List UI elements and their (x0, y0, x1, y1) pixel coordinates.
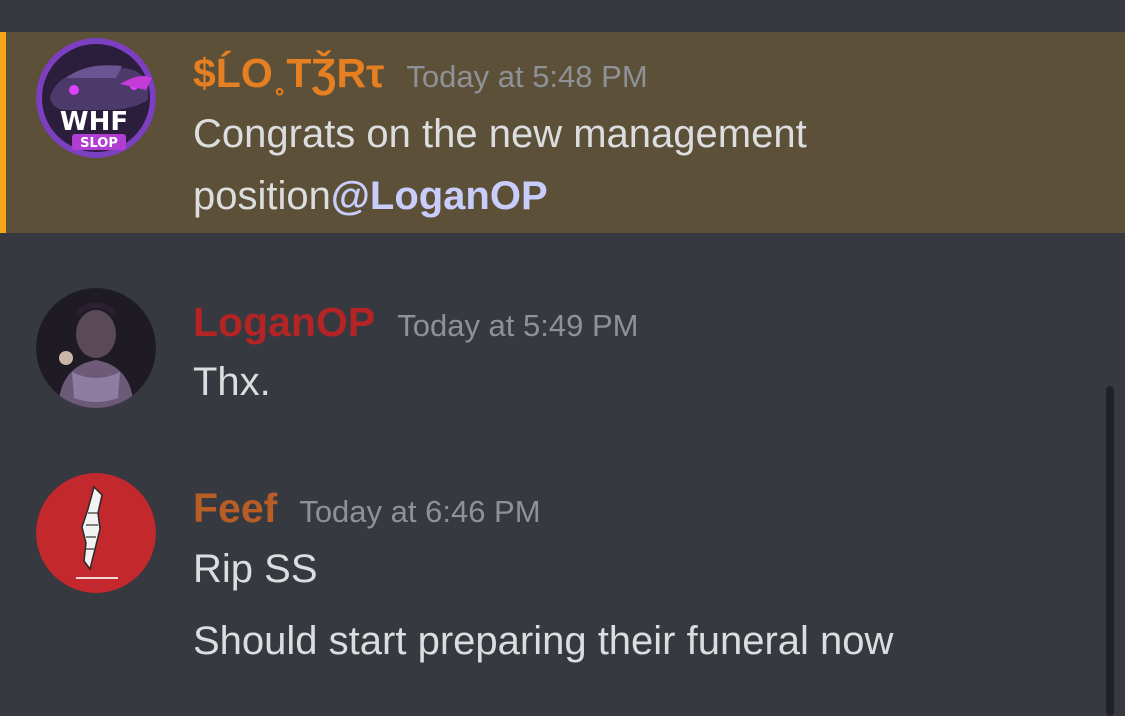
message-text: Should start preparing their funeral now (193, 619, 894, 663)
avatar-image: WHF SLOP (36, 38, 156, 158)
message-header: Feef Today at 6:46 PM (193, 485, 541, 532)
message-item[interactable]: WHF SLOP $ĹO˳TǮRτ Today at 5:48 PM Congra… (0, 32, 1125, 233)
timestamp: Today at 6:46 PM (299, 494, 541, 529)
avatar[interactable]: WHF SLOP (36, 38, 156, 158)
avatar[interactable] (36, 473, 156, 593)
message-header: $ĹO˳TǮRτ Today at 5:48 PM (193, 50, 648, 97)
message-text: Rip SS (193, 547, 318, 591)
scrollbar[interactable] (1106, 386, 1114, 716)
message-text: Thx. (193, 360, 271, 404)
avatar[interactable] (36, 288, 156, 408)
user-mention[interactable]: @LoganOP (331, 174, 548, 218)
message-item[interactable]: Feef Today at 6:46 PM Rip SS Should start… (0, 467, 1125, 702)
message-text: Congrats on the new management (193, 112, 807, 156)
avatar-image (36, 288, 156, 408)
message-item[interactable]: LoganOP Today at 5:49 PM Thx. (0, 282, 1125, 412)
timestamp: Today at 5:49 PM (397, 308, 639, 343)
message-text: position (193, 174, 331, 218)
message-text-with-mention: position@LoganOP (193, 174, 548, 219)
timestamp: Today at 5:48 PM (406, 59, 648, 94)
avatar-logo-subtext: SLOP (80, 136, 118, 151)
avatar-image (36, 473, 156, 593)
author-name[interactable]: $ĹO˳TǮRτ (193, 50, 384, 96)
message-header: LoganOP Today at 5:49 PM (193, 299, 638, 346)
avatar-logo-text: WHF (60, 107, 128, 137)
author-name[interactable]: LoganOP (193, 299, 375, 345)
mention-highlight-bar (0, 32, 6, 233)
author-name[interactable]: Feef (193, 485, 277, 531)
